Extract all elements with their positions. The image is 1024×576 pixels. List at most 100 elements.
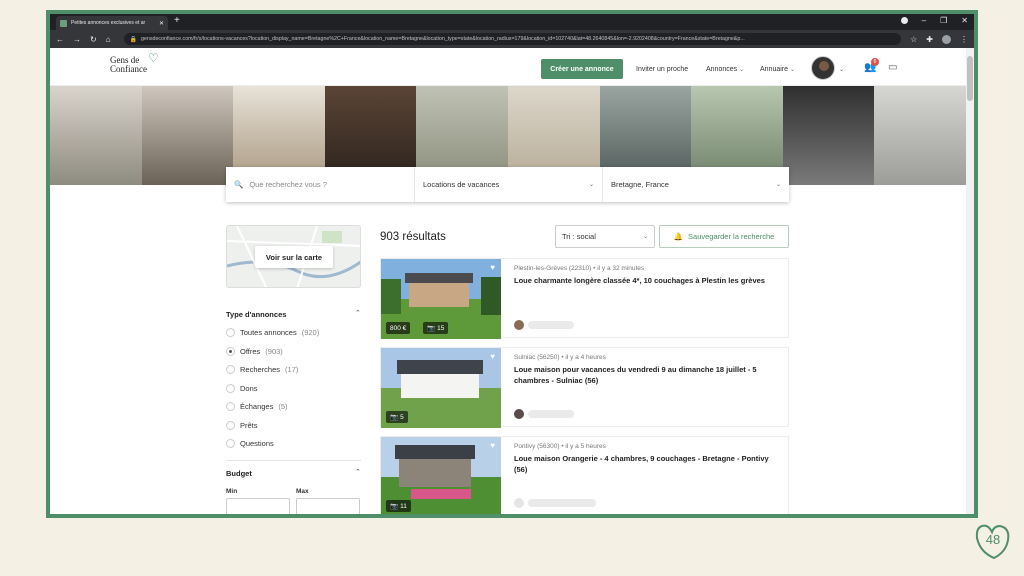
listing-title[interactable]: Loue maison Orangerie - 4 chambres, 9 co… <box>514 453 774 475</box>
camera-icon: 📷 <box>390 503 399 510</box>
annuaire-label: Annuaire <box>760 66 789 73</box>
filter-option[interactable]: Questions <box>226 439 274 448</box>
reload-icon[interactable]: ↻ <box>90 35 97 44</box>
budget-max-input[interactable] <box>296 498 360 514</box>
menu-icon[interactable]: ⋮ <box>960 35 968 44</box>
listing-card[interactable]: ♥ 800 € 📷 15 Plestin-les-Grèves (22310) •… <box>380 258 789 339</box>
listing-card[interactable]: ♥ 📷 5 Sulniac (56250) • il y a 4 heures L… <box>380 347 789 428</box>
type-filter-title[interactable]: Type d'annonces <box>226 310 286 319</box>
extensions-icon[interactable]: ✚ <box>926 35 933 44</box>
profile-icon[interactable] <box>942 34 951 44</box>
search-input[interactable]: 🔍 Que recherchez vous ? <box>226 167 414 202</box>
budget-filter-title[interactable]: Budget <box>226 469 252 478</box>
close-icon[interactable]: ✕ <box>159 20 164 27</box>
map-preview[interactable]: Voir sur la carte <box>226 225 361 288</box>
option-label: Questions <box>240 439 274 448</box>
back-icon[interactable]: ← <box>56 35 64 44</box>
photo-count: 15 <box>437 324 445 332</box>
filter-option[interactable]: Toutes annonces (920) <box>226 328 319 337</box>
search-placeholder: Que recherchez vous ? <box>249 180 327 189</box>
option-count: (5) <box>278 402 288 411</box>
listing-meta: Pontivy (56300) • il y a 5 heures <box>514 443 606 450</box>
radio-button[interactable] <box>226 328 235 337</box>
annonces-label: Annonces <box>706 66 738 73</box>
chevron-down-icon: ⌄ <box>739 67 745 73</box>
scrollbar-thumb[interactable] <box>967 56 973 101</box>
radio-button[interactable] <box>226 421 235 430</box>
radio-button[interactable] <box>226 402 235 411</box>
browser-tab[interactable]: Petites annonces exclusives et ar ✕ <box>56 16 168 30</box>
filter-option[interactable]: Offres (903) <box>226 347 283 356</box>
home-icon[interactable]: ⌂ <box>106 35 111 44</box>
listing-owner <box>514 498 596 508</box>
page-number: 48 <box>972 520 1014 562</box>
location-select[interactable]: Bretagne, France ⌄ <box>602 167 789 202</box>
option-label: Offres <box>240 347 261 356</box>
listing-photo[interactable]: ♥ 800 € 📷 15 <box>381 259 501 339</box>
listing-title[interactable]: Loue maison pour vacances du vendredi 9 … <box>514 364 774 386</box>
photo-count-badge: 📷 5 <box>386 411 408 423</box>
listing-owner <box>514 409 574 419</box>
radio-button[interactable] <box>226 439 235 448</box>
radio-button[interactable] <box>226 365 235 374</box>
avatar[interactable] <box>811 56 835 80</box>
window-close-icon[interactable]: ✕ <box>961 16 968 25</box>
filter-option[interactable]: Dons <box>226 384 258 393</box>
chevron-up-icon[interactable]: ⌃ <box>355 309 361 317</box>
record-icon[interactable] <box>900 17 908 24</box>
listing-photo[interactable]: ♥ 📷 11 <box>381 437 501 514</box>
sort-select[interactable]: Tri : social ⌄ <box>555 225 655 248</box>
option-label: Prêts <box>240 421 258 430</box>
chevron-down-icon: ⌄ <box>775 182 781 188</box>
maximize-icon[interactable]: ❐ <box>940 16 947 25</box>
heart-icon[interactable]: ♥ <box>490 263 495 272</box>
url-field[interactable]: 🔒 gensdeconfiance.com/fr/s/locations-vac… <box>123 33 902 45</box>
page-number-text: 48 <box>985 532 1001 547</box>
logo[interactable]: Gens de Confiance ♡ <box>110 52 170 74</box>
forward-icon[interactable]: → <box>73 35 81 44</box>
max-label: Max <box>296 488 309 495</box>
chevron-down-icon[interactable]: ⌄ <box>839 66 844 73</box>
annonces-menu[interactable]: Annonces ⌄ <box>706 66 744 73</box>
star-icon[interactable]: ☆ <box>910 35 917 44</box>
radio-button[interactable] <box>226 384 235 393</box>
scrollbar[interactable] <box>966 48 974 514</box>
logo-line-2: Confiance <box>110 64 147 74</box>
notification-badge: 6 <box>871 58 879 66</box>
view-on-map-button[interactable]: Voir sur la carte <box>255 246 333 268</box>
site-header: Gens de Confiance ♡ Créer une annonce In… <box>50 48 966 86</box>
heart-icon[interactable]: ♥ <box>490 441 495 450</box>
radio-button-selected[interactable] <box>226 347 235 356</box>
avatar[interactable] <box>514 498 524 508</box>
avatar[interactable] <box>514 320 524 330</box>
address-bar: ← → ↻ ⌂ 🔒 gensdeconfiance.com/fr/s/locat… <box>50 30 974 48</box>
chevron-down-icon: ⌄ <box>789 67 796 73</box>
listing-card[interactable]: ♥ 📷 11 Pontivy (56300) • il y a 5 heures … <box>380 436 789 514</box>
create-listing-button[interactable]: Créer une annonce <box>541 59 623 79</box>
filter-option[interactable]: Échanges (5) <box>226 402 288 411</box>
new-tab-icon[interactable]: + <box>174 15 180 26</box>
chat-icon[interactable]: ▭ <box>888 62 897 73</box>
listing-photo[interactable]: ♥ 📷 5 <box>381 348 501 428</box>
option-count: (903) <box>265 347 283 356</box>
filter-option[interactable]: Recherches (17) <box>226 365 298 374</box>
invite-link[interactable]: Inviter un proche <box>636 66 688 73</box>
option-label: Toutes annonces <box>240 328 297 337</box>
price-badge: 800 € <box>386 322 411 334</box>
minimize-icon[interactable]: – <box>922 16 926 25</box>
listing-title[interactable]: Loue charmante longère classée 4*, 10 co… <box>514 275 774 286</box>
annuaire-menu[interactable]: Annuaire ⌄ <box>760 66 795 73</box>
location-value: Bretagne, France <box>611 180 669 189</box>
browser-window: Petites annonces exclusives et ar ✕ + – … <box>50 14 974 514</box>
category-select[interactable]: Locations de vacances ⌄ <box>414 167 602 202</box>
listing-owner <box>514 320 574 330</box>
avatar[interactable] <box>514 409 524 419</box>
filter-option[interactable]: Prêts <box>226 421 258 430</box>
chevron-up-icon[interactable]: ⌃ <box>355 468 361 476</box>
tab-title: Petites annonces exclusives et ar <box>71 20 146 26</box>
heart-icon[interactable]: ♥ <box>490 352 495 361</box>
owner-name-placeholder <box>528 499 596 507</box>
save-search-button[interactable]: 🔔 Sauvegarder la recherche <box>659 225 789 248</box>
slide-frame: Petites annonces exclusives et ar ✕ + – … <box>46 10 978 518</box>
budget-min-input[interactable] <box>226 498 290 514</box>
